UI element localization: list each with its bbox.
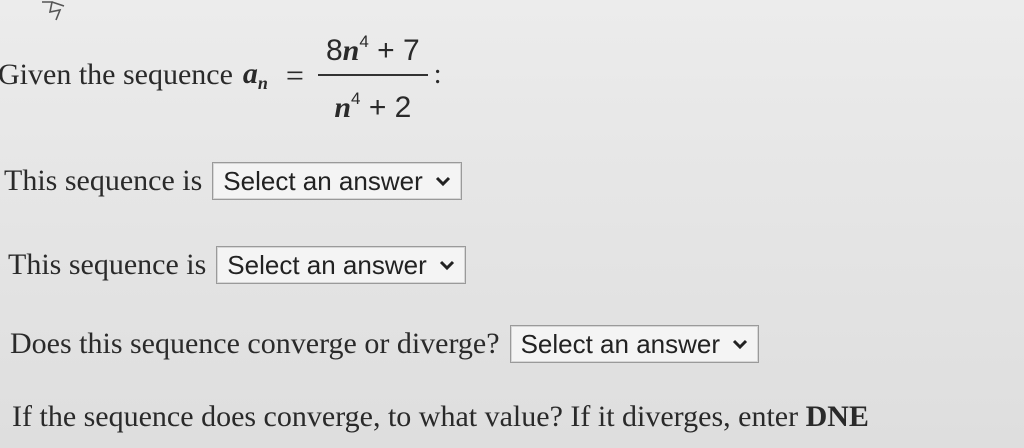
select-value: Select an answer [520,328,721,359]
select-value: Select an answer [223,165,423,196]
monotonic-question: This sequence is Select an answer [4,162,462,200]
fraction-bar [317,74,428,76]
formula-numerator: 8n4 + 7 [325,32,420,67]
cursor-icon [42,1,65,21]
question-label: Does this sequence converge or diverge? [10,327,500,360]
answer-select-1[interactable]: Select an answer [212,162,462,200]
limit-question: If the sequence does converge, to what v… [12,400,869,434]
question-colon: : [433,59,442,90]
chevron-down-icon [439,260,454,271]
formula-denominator: n4 + 2 [334,89,412,124]
question-prefix: Given the sequence [0,58,233,91]
answer-select-2[interactable]: Select an answer [216,246,466,284]
sequence-formula: 8n4 + 7 n4 + 2 [317,23,428,127]
limit-question-text: If the sequence does converge, to what v… [12,400,799,433]
question-label: This sequence is [8,248,207,281]
convergence-question: Does this sequence converge or diverge? … [10,325,760,363]
bounded-question: This sequence is Select an answer [8,246,466,284]
sequence-question: Given the sequence an = 8n4 + 7 n4 + 2 : [0,30,442,124]
sequence-variable: an [242,56,268,93]
dne-keyword: DNE [805,400,869,433]
question-label: This sequence is [4,164,203,197]
answer-select-3[interactable]: Select an answer [509,325,760,363]
chevron-down-icon [732,339,748,350]
chevron-down-icon [435,176,450,187]
select-value: Select an answer [227,249,427,280]
equals-sign: = [285,56,304,93]
